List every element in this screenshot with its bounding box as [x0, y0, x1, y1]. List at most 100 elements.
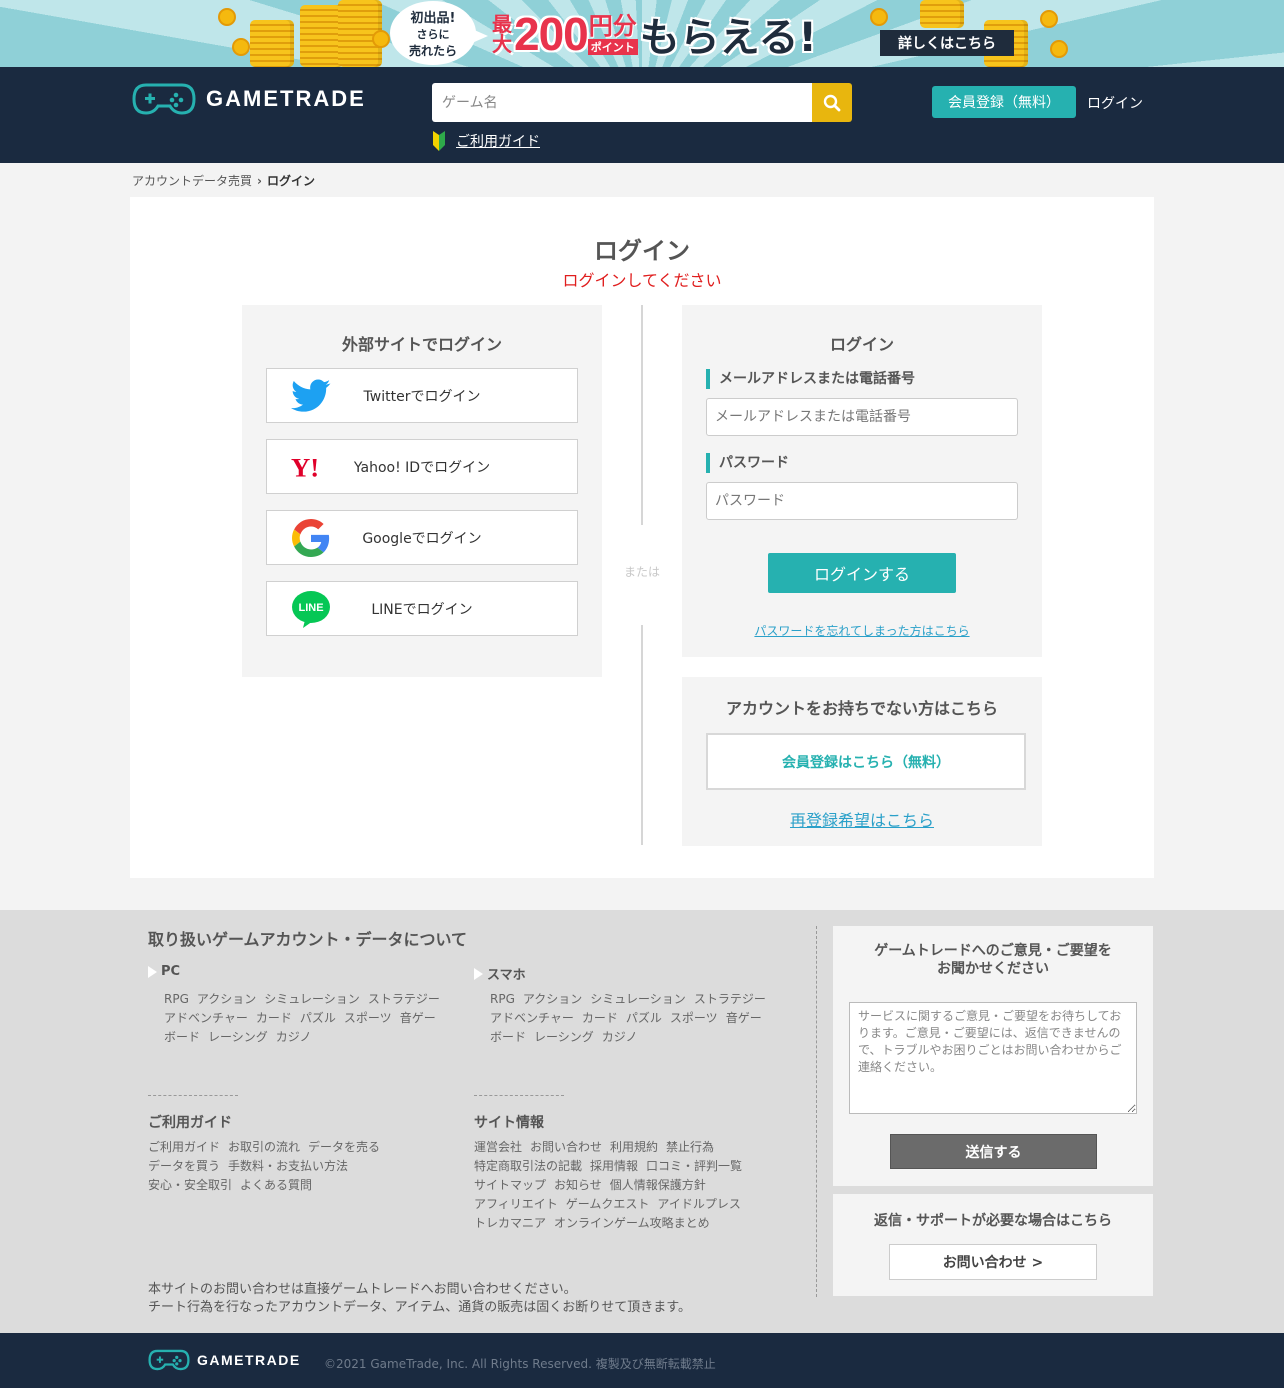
footer-note: 本サイトのお問い合わせは直接ゲームトレードへお問い合わせください。 チート行為を… — [148, 1281, 691, 1317]
footer-link[interactable]: レーシング — [208, 1028, 268, 1047]
footer-link[interactable]: ボード — [164, 1028, 200, 1047]
password-field-label: パスワード — [706, 453, 789, 473]
breadcrumb-current: ログイン — [266, 174, 315, 188]
twitter-login-label: Twitterでログイン — [363, 388, 481, 405]
yahoo-login-button[interactable]: Y! Yahoo! IDでログイン — [266, 439, 578, 494]
forgot-password-link[interactable]: パスワードを忘れてしまった方はこちら — [682, 622, 1042, 639]
footer-link[interactable]: ご利用ガイド — [148, 1138, 220, 1157]
footer-link[interactable]: パズル — [300, 1009, 336, 1028]
footer-link[interactable]: RPG — [164, 990, 189, 1009]
support-title: 返信・サポートが必要な場合はこちら — [874, 1213, 1112, 1229]
footer-link[interactable]: 音ゲー — [726, 1009, 762, 1028]
social-login-title: 外部サイトでログイン — [341, 335, 502, 354]
promo-unit-top: 円分 — [588, 12, 637, 40]
footer-logo-text: GAMETRADE — [197, 1352, 301, 1368]
footer-link[interactable]: アクション — [197, 990, 256, 1009]
register-free-button[interactable]: 会員登録（無料） — [932, 86, 1076, 118]
google-login-button[interactable]: Googleでログイン — [266, 510, 578, 565]
header-login-link[interactable]: ログイン — [1087, 93, 1143, 113]
email-login-panel: ログイン メールアドレスまたは電話番号 パスワード ログインする パスワードを忘… — [682, 305, 1042, 657]
promo-banner[interactable]: 初出品! さらに 売れたら 最大 200 円分 ポイント もらえる! 詳しくはこ… — [0, 0, 1284, 67]
promo-speech-bubble: 初出品! さらに 売れたら — [390, 1, 488, 65]
line-login-label: LINEでログイン — [371, 601, 473, 618]
reregister-link[interactable]: 再登録希望はこちら — [682, 807, 1042, 831]
page-title: ログイン — [594, 237, 690, 265]
footer-link[interactable]: 採用情報 — [590, 1157, 638, 1176]
guide-link-list: ご利用ガイド お取引の流れ データを売るデータを買う 手数料・お支払い方法安心・安全取… — [148, 1138, 448, 1195]
footer-link[interactable]: ストラテジー — [368, 990, 440, 1009]
footer-link[interactable]: アフィリエイト — [474, 1195, 558, 1214]
footer-link[interactable]: 個人情報保護方針 — [610, 1176, 706, 1195]
footer-link[interactable]: 特定商取引法の記載 — [474, 1157, 582, 1176]
footer-link[interactable]: カジノ — [602, 1028, 638, 1047]
footer-link[interactable]: サイトマップ — [474, 1176, 546, 1195]
banner-details-button[interactable]: 詳しくはこちら — [880, 30, 1014, 56]
footer-link[interactable]: カジノ — [276, 1028, 312, 1047]
footer-link[interactable]: パズル — [626, 1009, 662, 1028]
footer-link[interactable]: シミュレーション — [264, 990, 360, 1009]
coin-illustration — [1040, 10, 1058, 28]
feedback-submit-button[interactable]: 送信する — [890, 1134, 1097, 1169]
footer-link[interactable]: ストラテジー — [694, 990, 766, 1009]
game-search-input[interactable] — [432, 83, 812, 122]
chevron-right-icon: › — [257, 173, 262, 188]
footer-link[interactable]: よくある質問 — [240, 1176, 312, 1195]
coin-illustration — [870, 8, 888, 26]
footer-link[interactable]: 手数料・お支払い方法 — [228, 1157, 348, 1176]
footer-link[interactable]: 音ゲー — [400, 1009, 436, 1028]
footer-link[interactable]: 運営会社 — [474, 1138, 522, 1157]
footer-link[interactable]: アクション — [523, 990, 582, 1009]
footer-link[interactable]: データを売る — [308, 1138, 380, 1157]
coin-illustration — [218, 8, 236, 26]
footer-link[interactable]: ゲームクエスト — [566, 1195, 650, 1214]
promo-suffix: もらえる! — [639, 15, 817, 61]
footer-link[interactable]: 利用規約 — [610, 1138, 658, 1157]
usage-guide-link[interactable]: ご利用ガイド — [432, 131, 540, 151]
footer-link[interactable]: アドベンチャー — [490, 1009, 574, 1028]
footer-link[interactable]: カード — [582, 1009, 618, 1028]
footer-link[interactable]: お問い合わせ — [530, 1138, 602, 1157]
footer-link[interactable]: お取引の流れ — [228, 1138, 300, 1157]
section-separator — [474, 1095, 564, 1096]
footer-link[interactable]: アドベンチャー — [164, 1009, 248, 1028]
contact-button[interactable]: お問い合わせ > — [889, 1244, 1097, 1280]
triangle-right-icon — [148, 965, 157, 978]
twitter-login-button[interactable]: Twitterでログイン — [266, 368, 578, 423]
signup-panel: アカウントをお持ちでない方はこちら 会員登録はこちら（無料） 再登録希望はこちら — [682, 677, 1042, 846]
footer-link[interactable]: オンラインゲーム攻略まとめ — [554, 1214, 710, 1233]
line-login-button[interactable]: LINE LINEでログイン — [266, 581, 578, 636]
footer-link[interactable]: カード — [256, 1009, 292, 1028]
vertical-divider — [816, 926, 817, 1297]
usage-guide-label: ご利用ガイド — [456, 134, 540, 150]
footer-logo[interactable]: GAMETRADE — [148, 1349, 301, 1371]
footer-link[interactable]: 口コミ・評判一覧 — [646, 1157, 742, 1176]
site-header: GAMETRADE ご利用ガイド 会員登録（無料） ログイン — [0, 67, 1284, 163]
footer-link[interactable]: シミュレーション — [590, 990, 686, 1009]
footer-link[interactable]: アイドルプレス — [657, 1195, 740, 1214]
promo-unit-bottom: ポイント — [587, 39, 638, 55]
footer-link[interactable]: 禁止行為 — [666, 1138, 714, 1157]
footer-link[interactable]: データを買う — [148, 1157, 220, 1176]
feedback-box: ゲームトレードへのご意見・ご要望を お聞かせください 送信する — [833, 926, 1153, 1186]
footer-link[interactable]: レーシング — [534, 1028, 594, 1047]
bubble-line: 初出品! — [410, 11, 456, 26]
signup-free-button[interactable]: 会員登録はこちら（無料） — [706, 733, 1026, 790]
coin-stack-illustration — [250, 20, 294, 67]
footer-link[interactable]: スポーツ — [344, 1009, 392, 1028]
password-field[interactable] — [706, 482, 1018, 520]
footer-link[interactable]: ボード — [490, 1028, 526, 1047]
search-button[interactable] — [812, 83, 852, 122]
feedback-textarea[interactable] — [849, 1002, 1137, 1114]
footer-link[interactable]: お知らせ — [554, 1176, 602, 1195]
divider-line — [641, 305, 643, 525]
email-field[interactable] — [706, 398, 1018, 436]
site-logo[interactable]: GAMETRADE — [132, 82, 366, 116]
login-submit-button[interactable]: ログインする — [768, 553, 956, 593]
footer-link[interactable]: RPG — [490, 990, 515, 1009]
footer-link[interactable]: トレカマニア — [474, 1214, 546, 1233]
footer-link[interactable]: スポーツ — [670, 1009, 718, 1028]
promo-headline: 最大 200 円分 ポイント もらえる! — [492, 4, 817, 64]
breadcrumb-parent-link[interactable]: アカウントデータ売買 — [132, 172, 252, 189]
footer-link[interactable]: 安心・安全取引 — [148, 1176, 232, 1195]
bubble-line: 売れたら — [408, 44, 457, 58]
